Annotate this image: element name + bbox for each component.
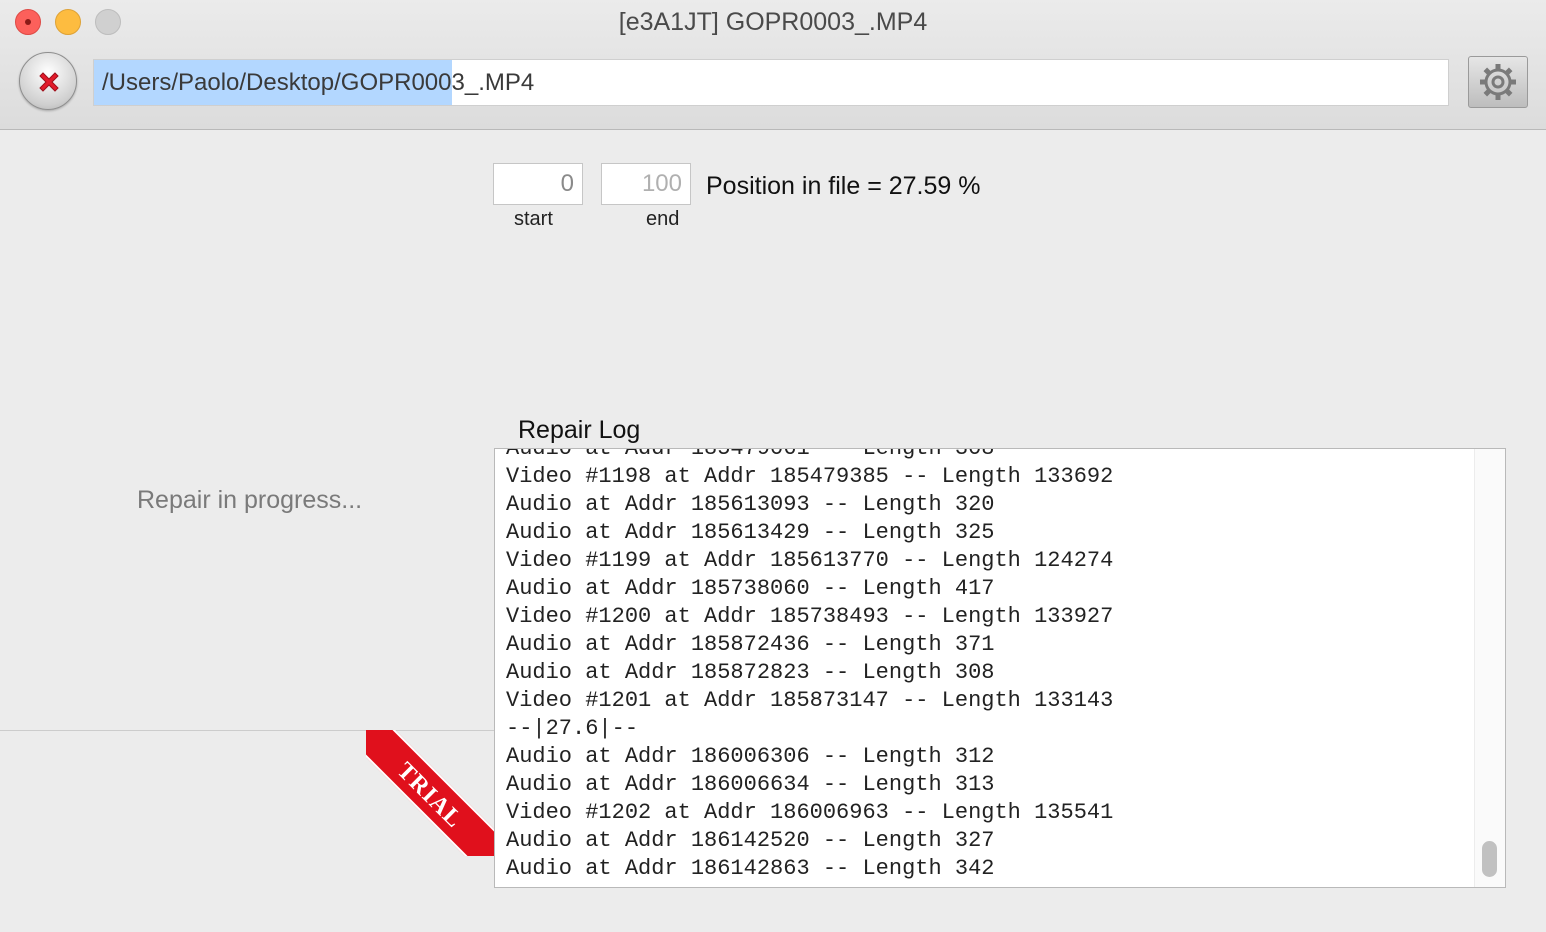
log-line: Audio at Addr 185872436 -- Length 371	[506, 632, 995, 657]
stop-x-icon	[39, 72, 59, 92]
title-bar: [e3A1JT] GOPR0003_.MP4 /Users/Paolo/Desk…	[0, 0, 1546, 130]
log-scroll-thumb[interactable]	[1482, 841, 1497, 877]
file-path-selected: /Users/Paolo/Desktop/GOPR000	[94, 60, 452, 105]
window-title: [e3A1JT] GOPR0003_.MP4	[618, 8, 928, 36]
position-readout: Position in file = 27.59 %	[706, 172, 981, 200]
log-line: Video #1202 at Addr 186006963 -- Length …	[506, 800, 1114, 825]
log-line: Audio at Addr 186006634 -- Length 313	[506, 772, 995, 797]
log-line: Video #1199 at Addr 185613770 -- Length …	[506, 548, 1114, 573]
log-line: Audio at Addr 185738060 -- Length 417	[506, 576, 995, 601]
log-line: Audio at Addr 186142520 -- Length 327	[506, 828, 995, 853]
log-line: Audio at Addr 186142863 -- Length 342	[506, 856, 995, 881]
log-scrollbar[interactable]	[1474, 449, 1505, 887]
stop-button[interactable]	[19, 52, 77, 110]
log-line: Audio at Addr 185479061 -- Length 308	[506, 448, 995, 461]
trial-badge: TRIAL	[366, 730, 494, 856]
trial-ribbon: TRIAL	[366, 730, 494, 856]
log-line: Video #1201 at Addr 185873147 -- Length …	[506, 688, 1114, 713]
log-line: Audio at Addr 185613429 -- Length 325	[506, 520, 995, 545]
log-line: Audio at Addr 185613093 -- Length 320	[506, 492, 995, 517]
log-lines: Audio at Addr 185479061 -- Length 308 Vid…	[506, 448, 1114, 883]
file-path-rest: 3_.MP4	[451, 69, 535, 96]
start-label: start	[514, 208, 553, 230]
log-line: Video #1198 at Addr 185479385 -- Length …	[506, 464, 1114, 489]
end-label: end	[646, 208, 680, 230]
repair-log[interactable]: Audio at Addr 185479061 -- Length 308 Vid…	[494, 448, 1506, 888]
end-input[interactable]: 100	[601, 163, 691, 205]
log-line: Audio at Addr 185872823 -- Length 308	[506, 660, 995, 685]
log-title: Repair Log	[518, 416, 641, 444]
gear-icon	[1480, 64, 1516, 100]
log-line: --|27.6|--	[506, 716, 639, 741]
status-text: Repair in progress...	[137, 486, 363, 514]
settings-button[interactable]	[1468, 56, 1528, 108]
log-line: Video #1200 at Addr 185738493 -- Length …	[506, 604, 1114, 629]
start-input[interactable]: 0	[493, 163, 583, 205]
file-path-field[interactable]: /Users/Paolo/Desktop/GOPR0003_.MP4	[93, 59, 1449, 106]
log-line: Audio at Addr 186006306 -- Length 312	[506, 744, 995, 769]
